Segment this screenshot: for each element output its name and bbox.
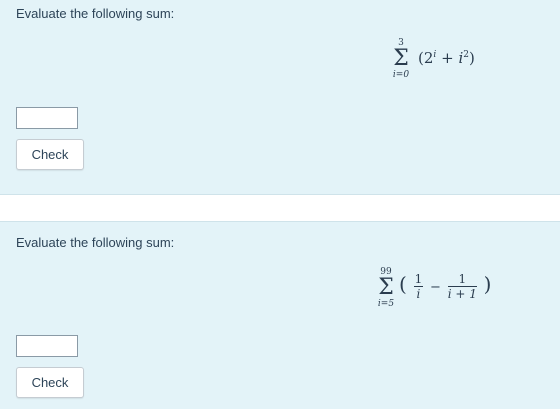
sum-expression: 3 Σ i=0 (2i + i2) <box>390 38 510 96</box>
sum-lower-limit: i=5 <box>377 299 395 309</box>
answer-input[interactable] <box>16 107 78 129</box>
fraction-1: 1 i <box>413 272 424 301</box>
close-paren: ) <box>483 272 492 296</box>
close-paren: ) <box>468 49 475 67</box>
term-a-base: 2 <box>423 49 434 67</box>
sigma-symbol: Σ <box>378 275 394 300</box>
sigma-symbol: Σ <box>393 46 409 71</box>
question-prompt: Evaluate the following sum: <box>16 235 175 250</box>
plus-sign: + <box>441 49 454 67</box>
sum-term: (2i + i2) <box>418 49 475 67</box>
question-card-2: Evaluate the following sum: 99 Σ i=5 ( 1… <box>0 221 560 409</box>
fraction-1-denominator: i <box>416 287 421 301</box>
fraction-2-numerator: 1 <box>447 273 477 287</box>
answer-input[interactable] <box>16 335 78 357</box>
sum-expression: 99 Σ i=5 ( 1 i − 1 i + 1 ) <box>375 267 525 327</box>
check-button[interactable]: Check <box>16 139 84 170</box>
sum-lower-limit: i=0 <box>392 70 410 80</box>
term-a-exponent: i <box>433 50 437 60</box>
open-paren: ( <box>399 272 407 296</box>
fraction-2-denominator: i + 1 <box>447 287 477 301</box>
check-button[interactable]: Check <box>16 367 84 398</box>
fraction-1-numerator: 1 <box>413 272 424 287</box>
minus-sign: − <box>430 280 441 295</box>
question-card-1: Evaluate the following sum: 3 Σ i=0 (2i … <box>0 0 560 195</box>
fraction-2: 1 i + 1 <box>447 273 477 301</box>
question-prompt: Evaluate the following sum: <box>16 6 175 21</box>
sum-term: ( 1 i − 1 i + 1 ) <box>399 272 491 301</box>
